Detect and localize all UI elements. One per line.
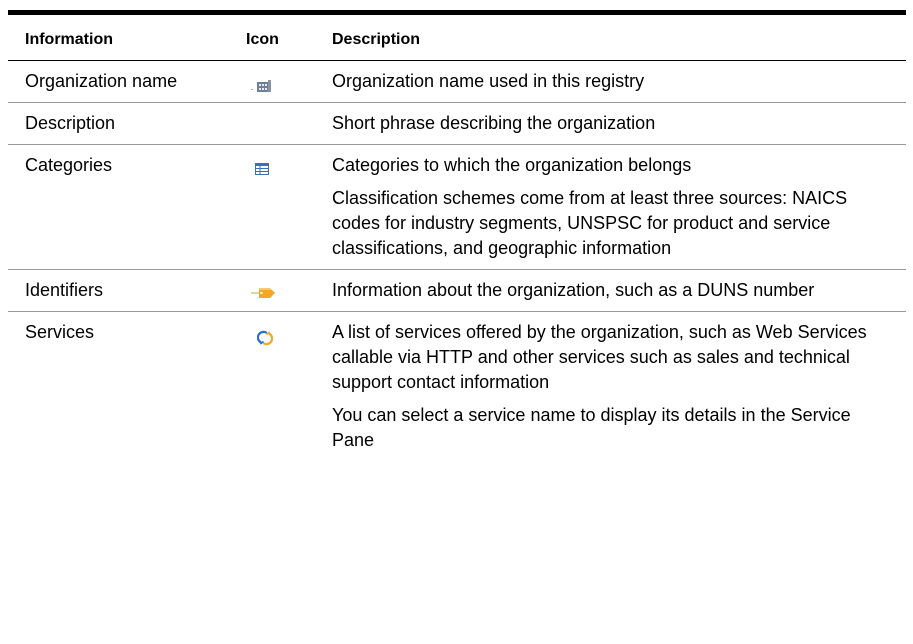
icon-cell [246, 60, 332, 103]
tag-icon [251, 288, 275, 298]
description-text: Short phrase describing the organization [332, 113, 656, 133]
table-grid-icon [255, 163, 269, 175]
table-row: Categories Categories to which the organ… [8, 144, 906, 270]
description-text: Classification schemes come from at leas… [332, 188, 848, 258]
description-cell: Short phrase describing the organization [332, 102, 906, 145]
description-text: A list of services offered by the organi… [332, 322, 867, 392]
description-cell: A list of services offered by the organi… [332, 312, 906, 462]
icon-cell [246, 102, 332, 145]
description-cell: Organization name used in this registry [332, 60, 906, 103]
information-cell: Description [8, 102, 246, 145]
description-text: Information about the organization, such… [332, 280, 815, 300]
information-cell: Services [25, 322, 95, 342]
header-row: Information Icon Description [8, 10, 906, 61]
icon-cell [246, 269, 332, 312]
header-description: Description [332, 10, 906, 61]
building-icon [251, 80, 271, 92]
service-cycle-icon [257, 330, 273, 346]
information-table: Information Icon Description Organizatio… [8, 10, 906, 461]
description-text: You can select a service name to display… [332, 405, 851, 450]
description-cell: Categories to which the organization bel… [332, 144, 906, 270]
header-icon: Icon [246, 10, 332, 61]
icon-cell [246, 312, 332, 462]
table-row: Description Short phrase describing the … [8, 102, 906, 145]
information-cell: Organization name [8, 60, 246, 103]
table-row: Services A list of services offered by t… [8, 312, 906, 462]
information-cell: Identifiers [8, 269, 246, 312]
table-row: Identifiers Information about the organi… [8, 269, 906, 312]
information-cell: Categories [8, 144, 246, 270]
icon-cell [246, 144, 332, 270]
description-text: Organization name used in this registry [332, 71, 645, 91]
description-cell: Information about the organization, such… [332, 269, 906, 312]
table-row: Organization name Organization name used… [8, 60, 906, 103]
header-information: Information [8, 10, 246, 61]
description-text: Categories to which the organization bel… [332, 155, 692, 175]
